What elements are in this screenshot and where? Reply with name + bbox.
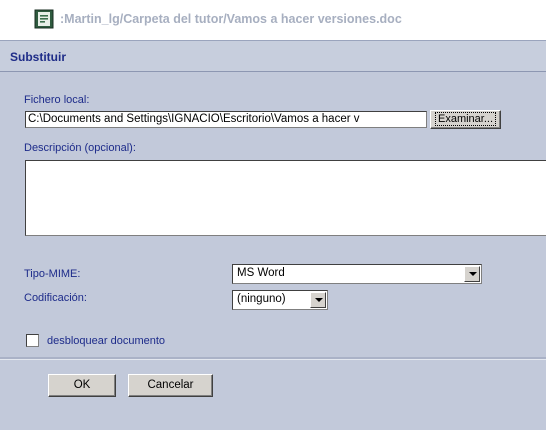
browse-button-label: Examinar...: [434, 112, 497, 126]
mime-type-select[interactable]: MS Word: [232, 264, 482, 284]
encoding-label: Codificación:: [24, 292, 87, 304]
mime-type-value: MS Word: [237, 267, 285, 279]
chevron-down-icon[interactable]: [310, 292, 326, 308]
dialog-header: Substituir: [0, 40, 546, 72]
document-icon: [34, 9, 54, 29]
file-path-input[interactable]: C:\Documents and Settings\IGNACIO\Escrit…: [25, 111, 427, 128]
window-title: :Martin_lg/Carpeta del tutor/Vamos a hac…: [60, 12, 402, 26]
cancel-button[interactable]: Cancelar: [128, 374, 213, 397]
encoding-value: (ninguno): [237, 293, 286, 305]
description-label: Descripción (opcional):: [24, 142, 136, 154]
browse-button[interactable]: Examinar...: [430, 110, 501, 129]
encoding-select[interactable]: (ninguno): [232, 290, 328, 310]
chevron-down-icon[interactable]: [464, 266, 480, 282]
unlock-label: desbloquear documento: [47, 335, 166, 347]
description-textarea[interactable]: [25, 160, 546, 236]
dialog-title: Substituir: [10, 50, 66, 64]
ok-button[interactable]: OK: [48, 374, 116, 397]
mime-label: Tipo-MIME:: [24, 268, 81, 280]
file-label: Fichero local:: [24, 94, 90, 106]
divider: [0, 357, 546, 360]
unlock-checkbox[interactable]: [26, 334, 39, 347]
window-titlebar: :Martin_lg/Carpeta del tutor/Vamos a hac…: [0, 0, 546, 40]
